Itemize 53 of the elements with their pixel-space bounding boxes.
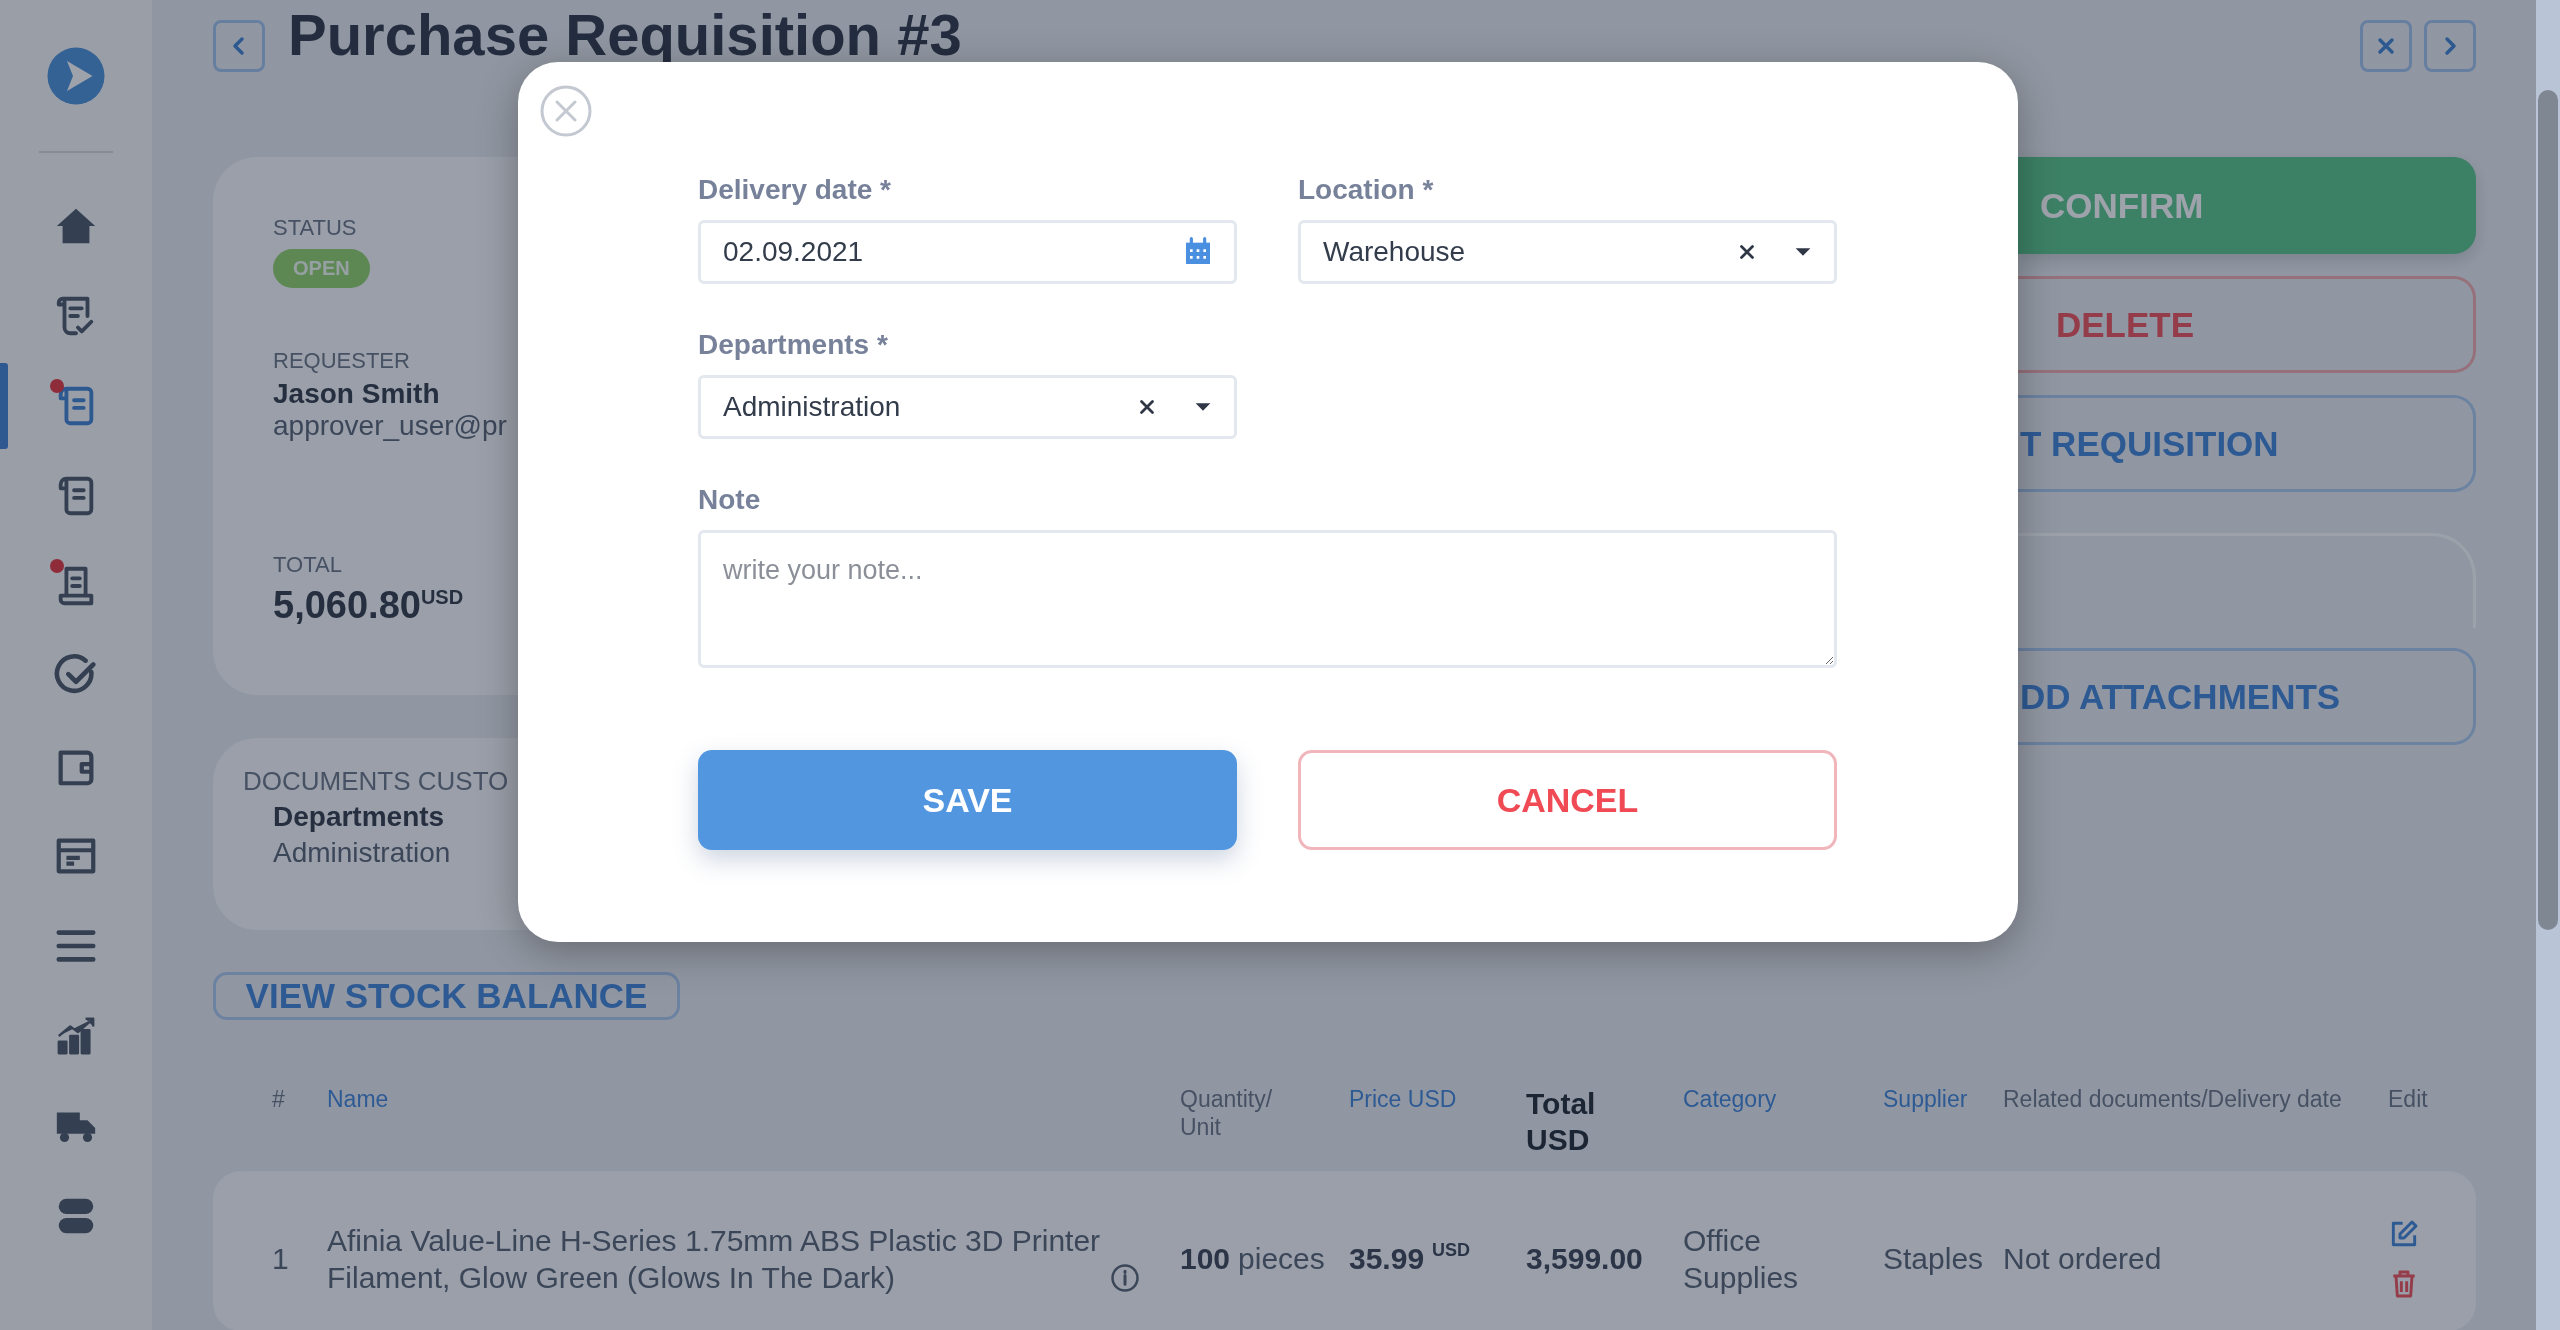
scrollbar[interactable] [2536, 0, 2560, 1330]
column-header: Related documents/Delivery date [2003, 1086, 2342, 1114]
cancel-button[interactable]: CANCEL [1298, 750, 1837, 850]
column-header: Quantity/ Unit [1180, 1086, 1274, 1142]
field-label: Delivery date * [698, 174, 892, 206]
stock-balance-button[interactable]: VIEW STOCK BALANCE [213, 972, 680, 1020]
currency-label: USD [1432, 1240, 1471, 1262]
action-button[interactable]: DD ATTACHMENTS [2018, 648, 2476, 745]
total-label: TOTAL [273, 552, 342, 578]
category: Office Supplies [1683, 1222, 1800, 1296]
back-button[interactable] [213, 20, 265, 72]
field-label: Note [698, 484, 762, 516]
quantity: 100 [1180, 1241, 1231, 1278]
field-label: Departments * [698, 329, 889, 361]
date-field[interactable]: 02.09.2021 [698, 220, 1237, 284]
currency-label: USD [420, 586, 464, 609]
field-label: Location * [1298, 174, 1435, 206]
delivery-status: Not ordered [2003, 1242, 2162, 1276]
info-icon[interactable] [1110, 1262, 1140, 1293]
field-label: Departments [273, 801, 445, 833]
supplier: Staples [1883, 1242, 1984, 1276]
line-total: 3,599.00 [1526, 1242, 1643, 1276]
action-button[interactable]: CONFIRM [2018, 157, 2476, 254]
field-value: Administration [273, 837, 451, 869]
row-number: 1 [272, 1242, 289, 1276]
action-button[interactable]: T REQUISITION [2018, 395, 2476, 492]
status-badge: OPEN [273, 249, 370, 288]
logo-icon[interactable] [46, 46, 106, 106]
column-sort-link[interactable]: Supplier [1883, 1086, 1968, 1114]
column-sort-link[interactable]: Category [1683, 1086, 1777, 1114]
requester-name: Jason Smith [273, 378, 440, 410]
select-field[interactable]: Administration [698, 375, 1237, 439]
status-label: STATUS [273, 215, 357, 241]
save-button[interactable]: SAVE [698, 750, 1237, 850]
column-header: Edit [2388, 1086, 2428, 1114]
close-button[interactable] [2360, 20, 2412, 72]
requester-label: REQUESTER [273, 348, 410, 374]
unit: pieces [1238, 1241, 1325, 1278]
item-name: Afinia Value-Line H-Series 1.75mm ABS Plastic 3D Printer Filament, Glow Green (Glows In The Dark) [327, 1222, 1102, 1296]
section-title: DOCUMENTS CUSTO [243, 766, 509, 797]
note-field[interactable]: write your note... [698, 530, 1837, 668]
select-field[interactable]: Warehouse [1298, 220, 1837, 284]
requester-email: approver_user@pr [273, 410, 507, 442]
scrollbar-thumb[interactable] [2538, 90, 2558, 930]
column-sort-link[interactable]: Price USD [1349, 1086, 1457, 1114]
column-header: Total USD [1526, 1086, 1597, 1158]
column-header: # [272, 1086, 285, 1114]
page-title: Purchase Requisition #3 [288, 6, 962, 64]
unit-price: 35.99 [1349, 1241, 1425, 1278]
next-button[interactable] [2424, 20, 2476, 72]
action-button[interactable]: DELETE [2018, 276, 2476, 373]
total-amount: 5,060.80 [273, 584, 421, 627]
column-sort-link[interactable]: Name [327, 1086, 389, 1114]
